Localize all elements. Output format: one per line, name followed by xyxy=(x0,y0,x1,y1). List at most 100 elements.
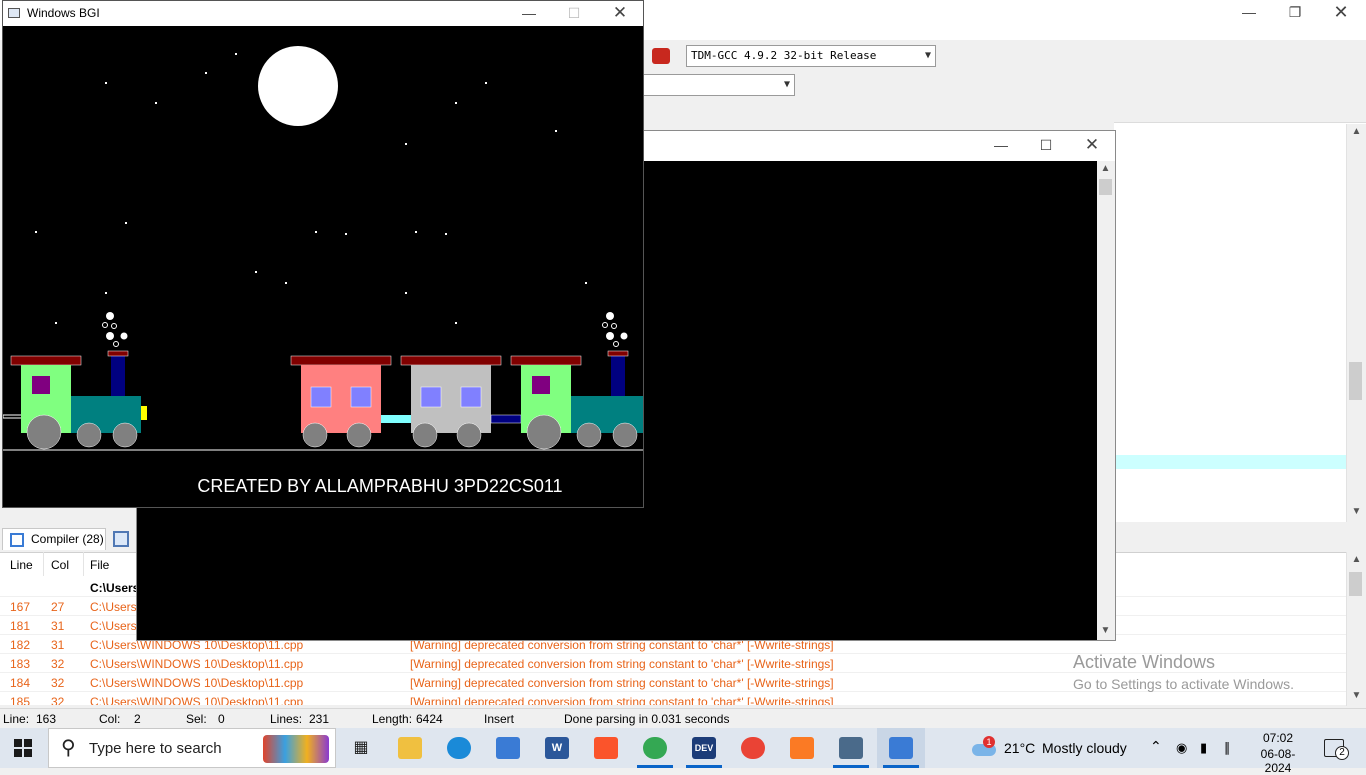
column-divider xyxy=(83,552,84,576)
status-length-label: Length: xyxy=(372,712,413,726)
bgi-maximize-button: ☐ xyxy=(567,5,581,21)
task-view-icon[interactable]: ▦ xyxy=(349,737,373,759)
row-col: 27 xyxy=(51,600,65,614)
clock-time: 07:02 xyxy=(1262,731,1294,745)
chrome-icon[interactable] xyxy=(741,737,765,759)
table-row[interactable]: 185 32 C:\Users\WINDOWS 10\Desktop\11.cp… xyxy=(0,692,1346,706)
column-header-file[interactable]: File xyxy=(90,558,109,572)
search-highlight-icon xyxy=(263,735,329,763)
bgi-window-title: Windows BGI xyxy=(27,6,100,20)
edge-icon[interactable] xyxy=(447,737,471,759)
brave-icon[interactable] xyxy=(594,737,618,759)
chevron-up-icon[interactable]: ⌃ xyxy=(1150,738,1162,755)
row-col: 32 xyxy=(51,676,65,690)
status-lines-label: Lines: xyxy=(270,712,303,726)
xampp-icon[interactable] xyxy=(790,737,814,759)
clock-date: 06-08-2024 xyxy=(1260,747,1296,775)
column-header-col[interactable]: Col xyxy=(51,558,69,572)
column-header-line[interactable]: Line xyxy=(10,558,33,572)
scroll-down-icon[interactable]: ▼ xyxy=(1348,506,1365,517)
editor-scroll-thumb[interactable] xyxy=(1349,362,1362,400)
console-maximize-button[interactable]: ☐ xyxy=(1023,133,1069,157)
clock[interactable]: 07:02 06-08-2024 xyxy=(1248,731,1308,775)
resources-tab-icon[interactable] xyxy=(113,531,129,547)
compiler-select-value: TDM-GCC 4.9.2 32-bit Release xyxy=(691,49,877,62)
status-col-value: 2 xyxy=(134,712,141,726)
row-line: 183 xyxy=(10,657,31,671)
console-minimize-button[interactable]: — xyxy=(978,133,1024,157)
current-line-highlight xyxy=(1114,455,1346,469)
scroll-up-icon[interactable]: ▲ xyxy=(1097,163,1114,174)
row-line: 167 xyxy=(10,600,31,614)
file-explorer-icon[interactable] xyxy=(398,737,422,759)
compiler-icon xyxy=(10,533,24,547)
column-divider xyxy=(43,552,44,576)
row-col: 31 xyxy=(51,619,65,633)
ide-status-bar: Line: 163 Col: 2 Sel: 0 Lines: 231 Lengt… xyxy=(0,708,1366,728)
scroll-up-icon[interactable]: ▲ xyxy=(1348,554,1365,565)
search-placeholder: Type here to search xyxy=(89,740,222,757)
scroll-up-icon[interactable]: ▲ xyxy=(1348,126,1365,137)
taskbar-search-box[interactable]: ⚲ Type here to search xyxy=(48,728,336,768)
row-col: 32 xyxy=(51,657,65,671)
tab-compiler[interactable]: Compiler (28) xyxy=(2,528,106,550)
bgi-close-button[interactable]: ✕ xyxy=(597,1,643,25)
chevron-down-icon: ▼ xyxy=(783,79,790,90)
weather-desc[interactable]: Mostly cloudy xyxy=(1042,740,1127,756)
messages-scrollbar[interactable]: ▲ ▼ xyxy=(1346,552,1366,706)
coupler-cyan xyxy=(381,415,411,423)
app-window-icon xyxy=(8,8,20,18)
scroll-down-icon[interactable]: ▼ xyxy=(1348,690,1365,701)
rebuild-icon[interactable] xyxy=(652,48,670,64)
console-close-button[interactable]: ✕ xyxy=(1069,133,1115,157)
dev-cpp-icon[interactable]: DEV xyxy=(692,737,716,759)
status-mode: Insert xyxy=(484,712,515,726)
console-scrollbar[interactable]: ▲ ▼ xyxy=(1097,161,1115,640)
function-select[interactable]: ▼ xyxy=(640,74,795,96)
battery-icon[interactable]: ▮ xyxy=(1200,740,1207,756)
weather-icon[interactable]: 1 xyxy=(970,736,998,758)
row-line: 184 xyxy=(10,676,31,690)
ide-close-button[interactable]: ✕ xyxy=(1318,0,1364,24)
row-message: [Warning] deprecated conversion from str… xyxy=(410,676,834,690)
word-icon[interactable]: W xyxy=(545,737,569,759)
bgi-canvas: CREATED BY ALLAMPRABHU 3PD22CS011 xyxy=(3,26,643,507)
bgi-minimize-button[interactable]: — xyxy=(506,1,552,25)
scroll-down-icon[interactable]: ▼ xyxy=(1097,625,1114,636)
meet-icon[interactable]: ◉ xyxy=(1176,740,1187,756)
search-icon: ⚲ xyxy=(61,737,76,759)
app-window-icon[interactable] xyxy=(839,737,863,759)
bgi-titlebar[interactable]: Windows BGI — ☐ ✕ xyxy=(3,1,643,26)
chrome-profile-icon[interactable] xyxy=(643,737,667,759)
wifi-icon[interactable]: ∥ xyxy=(1224,740,1231,756)
bgi-window-icon xyxy=(889,737,913,759)
editor-scrollbar[interactable]: ▲ ▼ xyxy=(1346,124,1366,522)
status-line-value: 163 xyxy=(36,712,57,726)
taskbar-active-bgi[interactable] xyxy=(877,728,925,768)
status-line-label: Line: xyxy=(3,712,30,726)
status-col-label: Col: xyxy=(99,712,121,726)
console-scroll-thumb[interactable] xyxy=(1099,179,1112,195)
windows-start-icon[interactable] xyxy=(14,739,32,757)
row-message: [Warning] deprecated conversion from str… xyxy=(410,657,834,671)
activation-watermark: Activate Windows Go to Settings to activ… xyxy=(1073,652,1294,692)
ide-minimize-button[interactable]: — xyxy=(1226,0,1272,24)
weather-temp[interactable]: 21°C xyxy=(1004,740,1035,756)
notifications-icon[interactable]: 2 xyxy=(1324,739,1349,760)
store-icon[interactable] xyxy=(496,737,520,759)
status-lines-value: 231 xyxy=(309,712,330,726)
moon xyxy=(258,46,338,126)
ide-restore-button[interactable]: ❐ xyxy=(1272,0,1318,24)
coupler-blue xyxy=(490,414,522,424)
status-length-value: 6424 xyxy=(416,712,443,726)
row-col: 31 xyxy=(51,638,65,652)
compiler-select[interactable]: TDM-GCC 4.9.2 32-bit Release ▼ xyxy=(686,45,936,67)
row-message: [Warning] deprecated conversion from str… xyxy=(410,695,834,706)
row-file: C:\Users\WINDOWS 10\Desktop\11.cpp xyxy=(90,676,304,690)
status-sel-label: Sel: xyxy=(186,712,207,726)
status-sel-value: 0 xyxy=(218,712,225,726)
row-line: 181 xyxy=(10,619,31,633)
row-file: C:\Users\ xyxy=(90,600,141,614)
messages-scroll-thumb[interactable] xyxy=(1349,572,1362,596)
row-line: 185 xyxy=(10,695,31,706)
